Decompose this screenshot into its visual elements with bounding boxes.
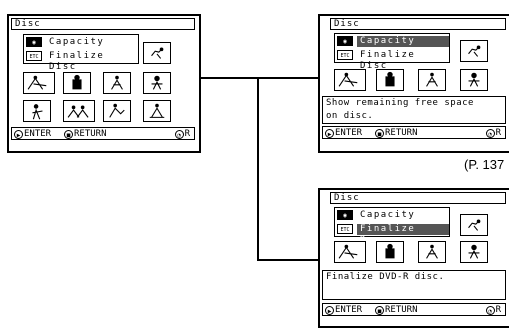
menu-panel: ◉ Capacity ETC Finalize Disc <box>334 33 451 71</box>
enter-label: ENTER <box>335 128 363 138</box>
screen-title: Disc <box>330 18 506 30</box>
bottom-bar: ▶ ENTER ■ RETURN ◔ R <box>322 303 506 316</box>
clock-icon: ◔ <box>485 306 495 315</box>
screen-capacity: Disc ◉ Capacity ETC Finalize Disc Show r… <box>318 14 509 153</box>
help-line: on disc. <box>326 111 374 121</box>
menu-item-label: Capacity <box>357 36 449 47</box>
scene-thumbnail[interactable] <box>103 72 131 94</box>
etc-icon: ETC <box>26 51 42 61</box>
page-reference: (P. 137 <box>464 157 505 172</box>
return-label: RETURN <box>385 128 418 138</box>
return-button[interactable]: ■ RETURN <box>64 129 107 140</box>
menu-item-label: Capacity <box>360 210 416 220</box>
return-label: RETURN <box>385 305 418 315</box>
menu-panel: ◉ Capacity ETC Finalize Disc <box>334 207 451 245</box>
return-button[interactable]: ■ RETURN <box>375 128 418 139</box>
bottom-bar: ▶ ENTER ■ RETURN ◔ R <box>322 126 506 139</box>
scene-thumbnail[interactable] <box>334 241 366 263</box>
play-icon: ▶ <box>325 129 334 138</box>
menu-item-finalize[interactable]: ETC Finalize Disc <box>335 224 451 245</box>
scene-thumbnail[interactable] <box>63 72 91 94</box>
enter-label: ENTER <box>24 129 52 139</box>
clock-icon: ◔ <box>485 129 495 138</box>
scene-thumbnail[interactable] <box>418 241 446 263</box>
disc-icon: ◉ <box>337 210 353 220</box>
menu-item-label: Finalize Disc <box>357 224 449 245</box>
enter-button[interactable]: ▶ ENTER <box>325 128 362 139</box>
menu-item-label: Finalize Disc <box>360 50 416 71</box>
play-icon: ▶ <box>14 130 23 139</box>
scene-thumbnail[interactable] <box>23 72 55 94</box>
scene-thumbnail[interactable] <box>334 69 366 91</box>
scene-thumbnail[interactable] <box>376 241 404 263</box>
menu-item-finalize[interactable]: ETC Finalize Disc <box>335 50 451 71</box>
scene-thumbnail[interactable] <box>460 40 488 62</box>
menu-item-label: Finalize Disc <box>49 51 105 72</box>
screen-title: Disc <box>11 18 195 30</box>
menu-item-finalize[interactable]: ETC Finalize Disc <box>24 51 140 72</box>
enter-button[interactable]: ▶ ENTER <box>14 129 51 140</box>
etc-icon: ETC <box>337 50 353 60</box>
disc-icon: ◉ <box>337 36 353 46</box>
scene-thumbnail[interactable] <box>143 42 171 64</box>
connector-vertical <box>257 77 259 260</box>
scene-thumbnail[interactable] <box>460 241 488 263</box>
r-label: R <box>495 305 501 315</box>
menu-item-capacity[interactable]: ◉ Capacity <box>335 210 451 222</box>
scene-thumbnail[interactable] <box>103 100 131 122</box>
stop-icon: ■ <box>375 129 384 138</box>
r-label: R <box>495 128 501 138</box>
scene-thumbnail[interactable] <box>460 214 488 236</box>
stop-icon: ■ <box>375 306 384 315</box>
scene-thumbnail[interactable] <box>143 72 171 94</box>
scene-thumbnail[interactable] <box>460 69 488 91</box>
connector-horizontal-main <box>200 77 319 79</box>
help-line: Show remaining free space <box>326 98 474 108</box>
return-button[interactable]: ■ RETURN <box>375 305 418 316</box>
scene-thumbnail[interactable] <box>418 69 446 91</box>
help-message: Finalize DVD-R disc. <box>322 270 506 300</box>
enter-button[interactable]: ▶ ENTER <box>325 305 362 316</box>
menu-item-capacity[interactable]: ◉ Capacity <box>335 36 451 48</box>
help-message: Show remaining free space on disc. <box>322 96 506 124</box>
disc-icon: ◉ <box>26 37 42 47</box>
scene-thumbnail[interactable] <box>376 69 404 91</box>
menu-item-capacity[interactable]: ◉ Capacity <box>24 37 140 49</box>
menu-item-label: Capacity <box>49 37 105 47</box>
r-indicator: ◔ R <box>174 129 190 140</box>
menu-panel: ◉ Capacity ETC Finalize Disc <box>23 34 140 72</box>
play-icon: ▶ <box>325 306 334 315</box>
help-line: Finalize DVD-R disc. <box>326 272 445 282</box>
etc-icon: ETC <box>337 224 353 234</box>
screen-main: Disc ◉ Capacity ETC Finalize Disc ▶ ENTE… <box>7 14 201 153</box>
scene-thumbnail[interactable] <box>23 100 51 122</box>
bottom-bar: ▶ ENTER ■ RETURN ◔ R <box>11 127 195 140</box>
r-indicator: ◔ R <box>485 305 501 316</box>
enter-label: ENTER <box>335 305 363 315</box>
screen-title: Disc <box>330 192 506 204</box>
return-label: RETURN <box>74 129 107 139</box>
screen-finalize: Disc ◉ Capacity ETC Finalize Disc Finali… <box>318 188 509 328</box>
r-label: R <box>184 129 190 139</box>
scene-thumbnail[interactable] <box>143 100 171 122</box>
stop-icon: ■ <box>64 130 73 139</box>
r-indicator: ◔ R <box>485 128 501 139</box>
clock-icon: ◔ <box>174 130 184 139</box>
connector-horizontal-lower <box>257 259 319 261</box>
scene-thumbnail[interactable] <box>63 100 95 122</box>
